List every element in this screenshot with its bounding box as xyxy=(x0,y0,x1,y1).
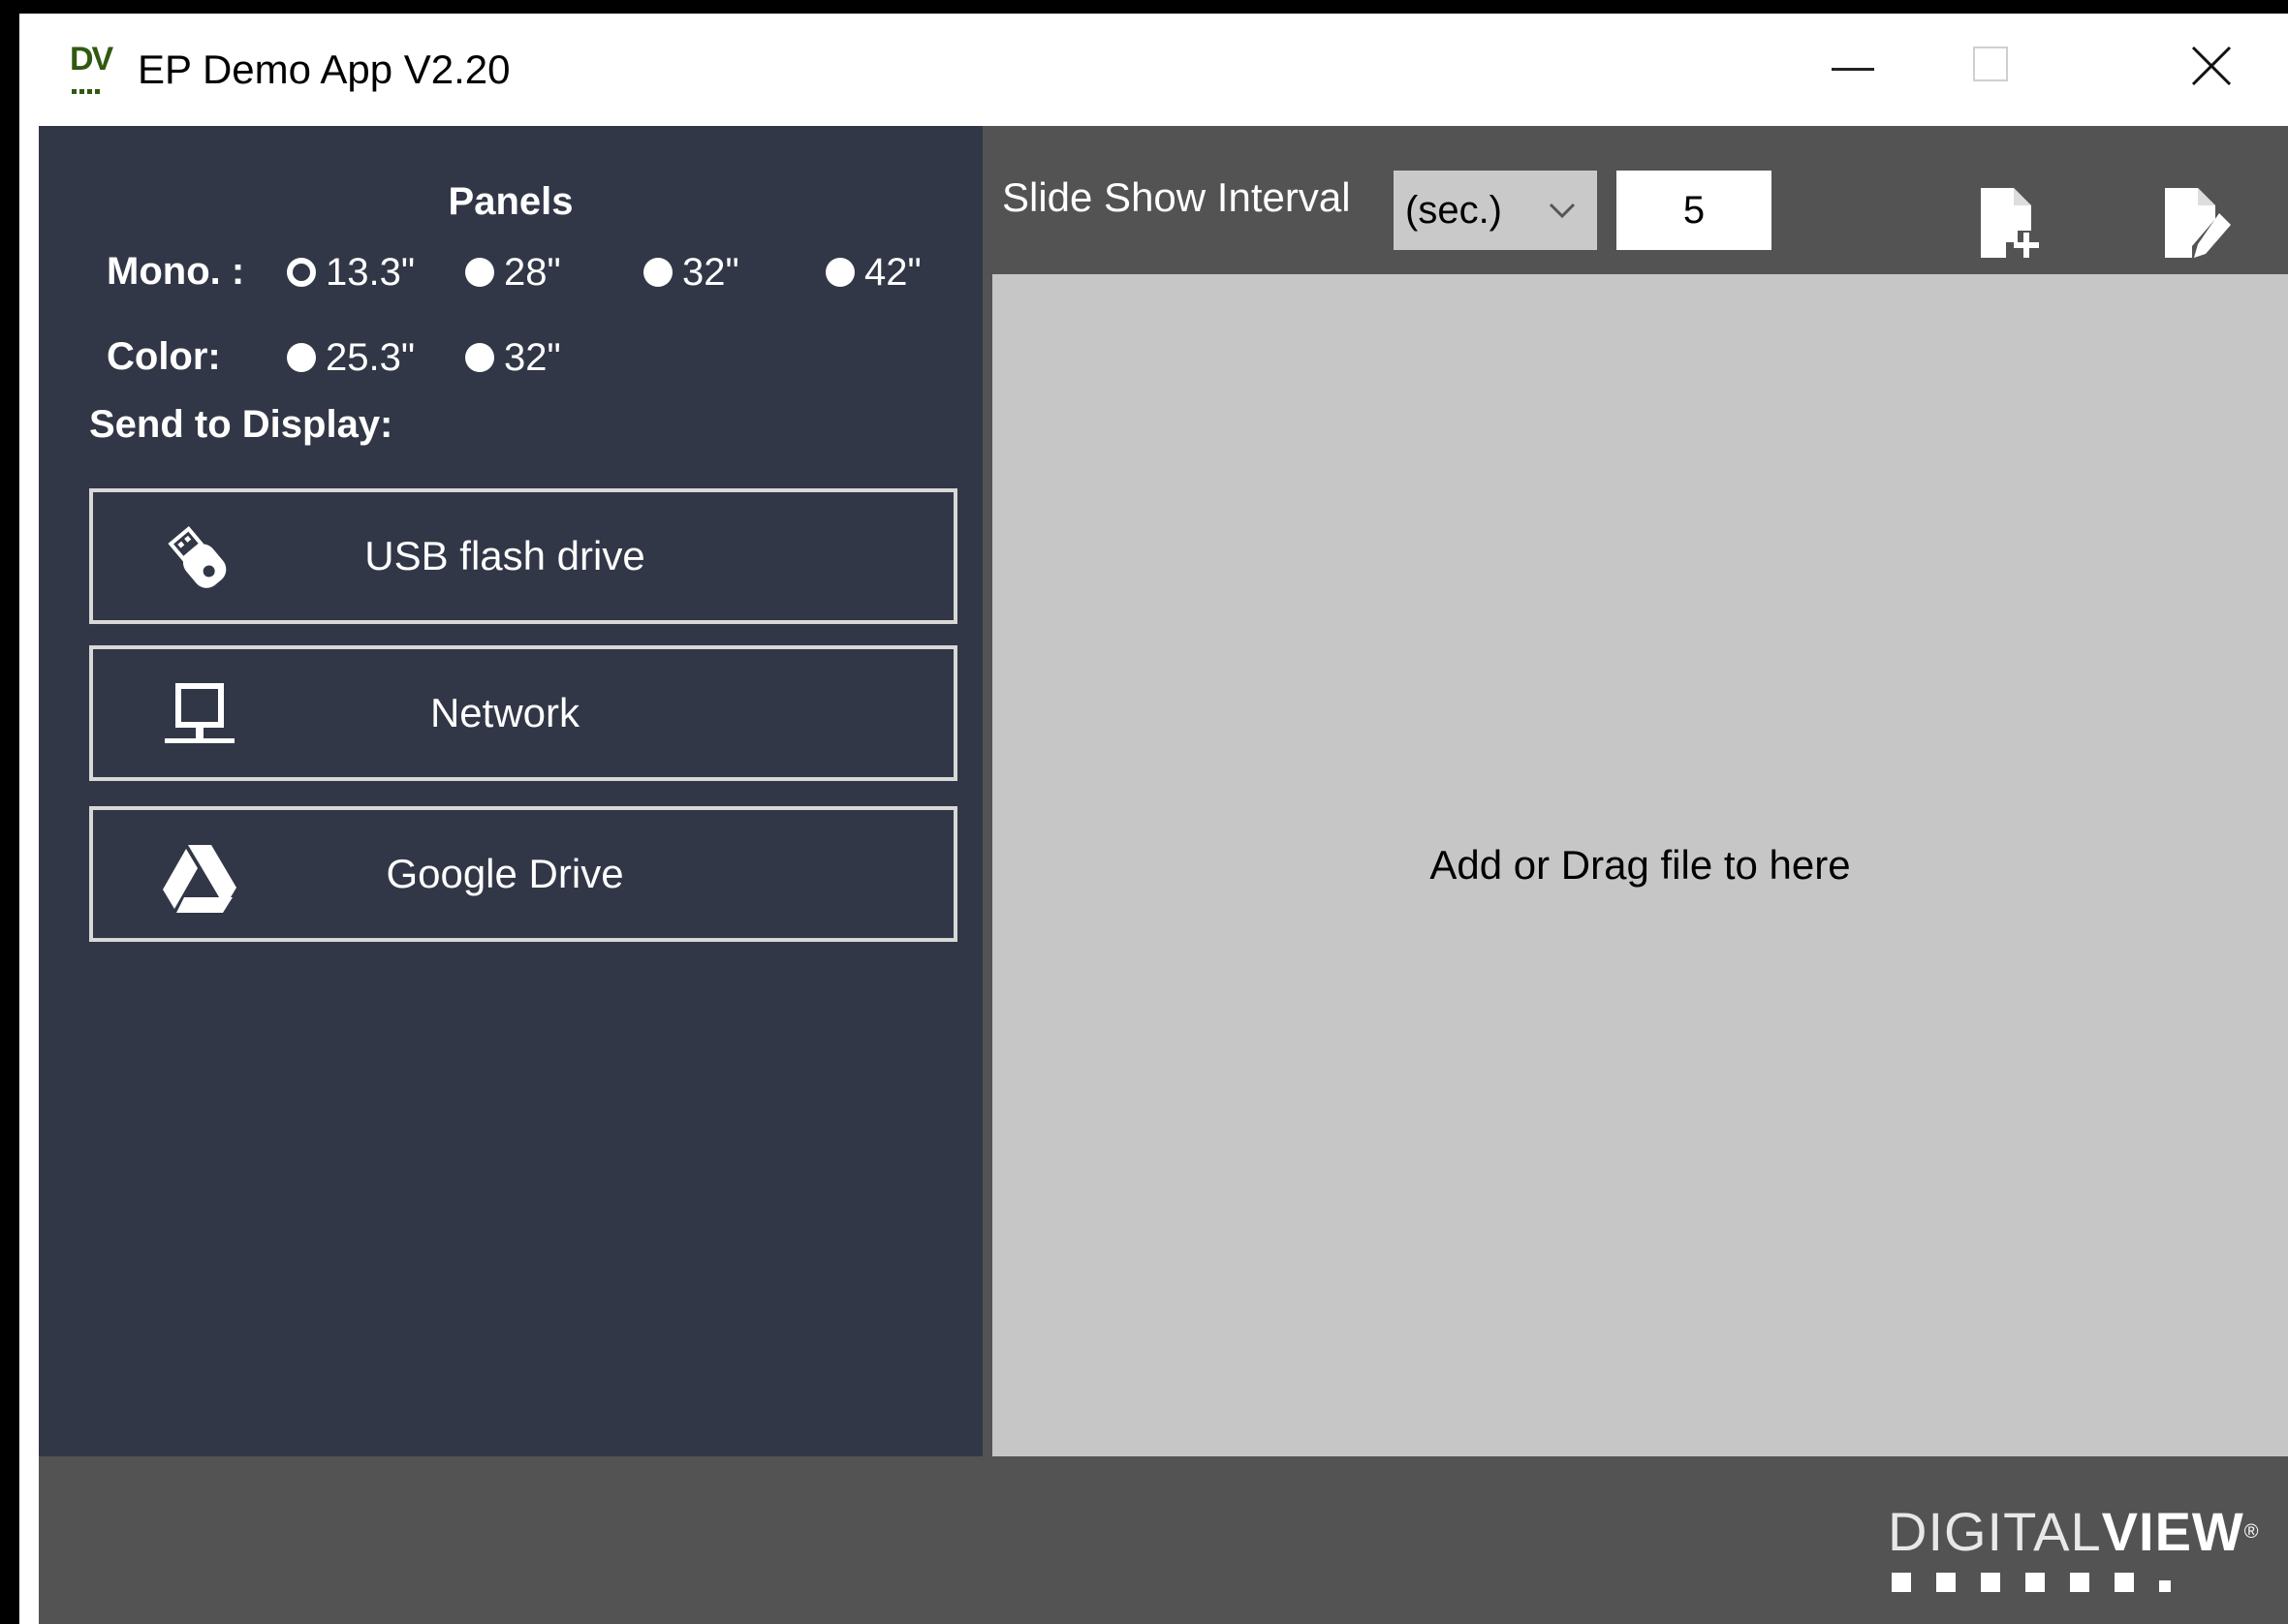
send-to-display-label: Send to Display: xyxy=(89,403,393,446)
google-drive-icon xyxy=(163,845,236,913)
radio-icon xyxy=(287,343,316,372)
app-icon-text: DV xyxy=(70,41,113,78)
radio-icon xyxy=(826,258,855,287)
radio-mono-32[interactable]: 32" xyxy=(643,248,739,297)
interval-unit-value: (sec.) xyxy=(1405,189,1502,232)
radio-icon xyxy=(643,258,673,287)
close-icon xyxy=(2191,46,2232,86)
radio-mono-42[interactable]: 42" xyxy=(826,248,922,297)
radio-label: 25.3" xyxy=(326,335,416,379)
radio-selected-icon xyxy=(287,258,316,287)
add-file-icon[interactable] xyxy=(1975,184,2053,262)
left-panel: Panels Mono. : 13.3" 28" 32" 42" Color: … xyxy=(39,126,983,1456)
radio-icon xyxy=(465,343,494,372)
color-label: Color: xyxy=(107,335,221,378)
interval-unit-dropdown[interactable]: (sec.) xyxy=(1394,171,1597,250)
radio-label: 32" xyxy=(504,335,561,379)
radio-icon xyxy=(465,258,494,287)
chevron-down-icon xyxy=(1549,203,1576,219)
maximize-icon xyxy=(1973,47,2008,81)
digitalview-logo: DIGITALVIEW® xyxy=(1888,1501,2275,1592)
logo-registered-mark: ® xyxy=(2243,1521,2260,1543)
edit-file-icon[interactable] xyxy=(2159,184,2237,262)
radio-mono-13-3[interactable]: 13.3" xyxy=(287,248,415,297)
radio-label: 13.3" xyxy=(326,250,416,294)
minimize-icon xyxy=(1832,68,1874,71)
file-drop-zone[interactable]: Add or Drag file to here xyxy=(983,274,2288,1456)
radio-label: 28" xyxy=(504,250,561,294)
usb-flash-drive-label: USB flash drive xyxy=(364,533,645,578)
radio-color-25-3[interactable]: 25.3" xyxy=(287,333,415,382)
network-computer-icon xyxy=(165,683,235,743)
maximize-button[interactable] xyxy=(1925,14,2051,126)
usb-drive-icon xyxy=(168,525,227,588)
mono-label: Mono. : xyxy=(107,250,245,293)
google-drive-label: Google Drive xyxy=(386,851,624,896)
google-drive-button[interactable]: Google Drive xyxy=(89,806,957,942)
window-title: EP Demo App V2.20 xyxy=(138,47,511,92)
app-window: DV EP Demo App V2.20 Panels Mono. : 13.3… xyxy=(19,14,2288,1624)
panels-heading: Panels xyxy=(448,180,574,223)
logo-text-light: DIGITAL xyxy=(1888,1501,2102,1562)
slideshow-toolbar: Slide Show Interval (sec.) 5 xyxy=(983,126,2288,274)
radio-label: 32" xyxy=(682,250,739,294)
app-logo-icon: DV xyxy=(70,43,122,95)
radio-mono-28[interactable]: 28" xyxy=(465,248,561,297)
network-button[interactable]: Network xyxy=(89,645,957,781)
radio-color-32[interactable]: 32" xyxy=(465,333,561,382)
interval-value-input[interactable]: 5 xyxy=(1616,171,1771,250)
title-bar[interactable]: DV EP Demo App V2.20 xyxy=(19,14,2288,126)
network-label: Network xyxy=(429,690,580,735)
logo-text-bold: VIEW xyxy=(2101,1501,2244,1562)
minimize-button[interactable] xyxy=(1799,14,1925,126)
footer-bar: DIGITALVIEW® xyxy=(39,1456,2288,1624)
drop-zone-text: Add or Drag file to here xyxy=(1429,842,1851,888)
radio-label: 42" xyxy=(864,250,922,294)
close-button[interactable] xyxy=(2147,14,2273,126)
slide-show-interval-label: Slide Show Interval xyxy=(1002,174,1351,220)
usb-flash-drive-button[interactable]: USB flash drive xyxy=(89,488,957,624)
